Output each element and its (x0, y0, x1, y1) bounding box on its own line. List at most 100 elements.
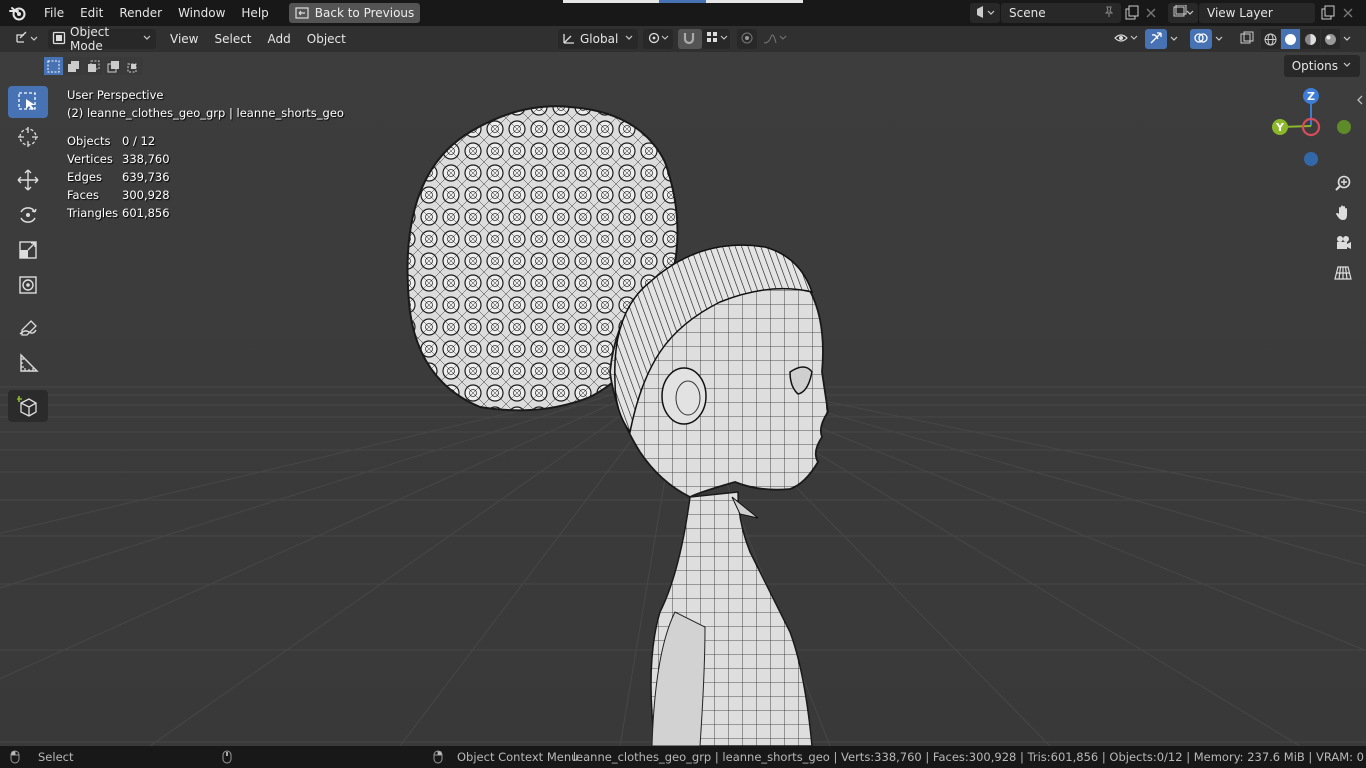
delete-view-layer-icon[interactable] (1342, 5, 1354, 24)
new-scene-icon[interactable] (1124, 5, 1140, 24)
back-to-previous-button[interactable]: Back to Previous (288, 3, 421, 23)
workspace-tab-active[interactable] (659, 0, 706, 3)
select-extend-button[interactable] (64, 57, 83, 75)
tool-rotate[interactable] (8, 199, 48, 231)
object-mode-icon (52, 31, 66, 48)
wireframe-sphere-icon (1264, 33, 1277, 45)
stat-value: 0 / 12 (122, 134, 156, 148)
add-cube-icon (17, 396, 37, 417)
status-middle-hint (222, 750, 232, 764)
gizmo-neg-y-axis[interactable] (1337, 120, 1351, 134)
tool-shelf (8, 86, 49, 425)
tool-select-box[interactable] (8, 86, 48, 118)
menu-edit[interactable]: Edit (72, 2, 111, 24)
gizmo-toggle[interactable] (1145, 29, 1167, 49)
select-subtract-button[interactable] (84, 57, 103, 75)
camera-view-button[interactable] (1332, 232, 1354, 254)
overlays-chevron-icon[interactable] (1214, 33, 1224, 47)
ear-mesh (661, 367, 707, 425)
select-box-icon (18, 92, 36, 110)
tool-transform[interactable] (8, 269, 48, 301)
select-difference-button[interactable] (104, 57, 123, 75)
tool-measure[interactable] (8, 347, 48, 379)
status-context-hint: Object Context Menu (433, 750, 578, 764)
proportional-edit-toggle[interactable] (737, 29, 757, 49)
visibility-dropdown[interactable] (1110, 29, 1140, 49)
move-icon (17, 169, 39, 191)
stat-value: 601,856 (122, 206, 170, 220)
snap-toggle[interactable] (678, 29, 702, 49)
options-label: Options (1291, 59, 1338, 73)
status-context-label: Object Context Menu (457, 750, 579, 764)
delete-scene-icon[interactable] (1145, 5, 1157, 24)
stat-value: 300,928 (122, 188, 170, 202)
falloff-dropdown[interactable] (759, 29, 787, 49)
scene-name-field[interactable]: Scene (1001, 3, 1121, 23)
shading-chevron-icon[interactable] (1342, 33, 1352, 47)
xray-toggle[interactable] (1236, 29, 1256, 49)
perspective-toggle-button[interactable] (1332, 262, 1354, 284)
rendered-sphere-icon (1325, 33, 1336, 45)
status-bar: Select Object Context Menu leanne_clothe… (0, 746, 1366, 768)
view-layer-name-field[interactable]: View Layer (1199, 3, 1315, 23)
menu-add[interactable]: Add (260, 32, 299, 46)
selection-mode-buttons (44, 57, 143, 75)
gizmo-neg-z-axis[interactable] (1304, 152, 1318, 166)
stat-label: Objects (67, 134, 111, 148)
new-view-layer-icon[interactable] (1320, 5, 1336, 24)
view-layer-browse-button[interactable] (1168, 3, 1198, 23)
orientation-label: Global (580, 32, 619, 46)
options-dropdown[interactable]: Options (1283, 55, 1360, 77)
select-subtract-icon (88, 60, 100, 72)
navigation-gizmo[interactable]: Z Y (1266, 86, 1356, 176)
transform-orientation-dropdown[interactable]: Global (558, 29, 638, 49)
select-intersect-button[interactable] (124, 57, 143, 75)
shading-solid-button[interactable] (1281, 29, 1300, 49)
gizmo-chevron-icon[interactable] (1169, 33, 1179, 47)
gizmo-y-label: Y (1275, 121, 1285, 134)
object-mode-dropdown[interactable]: Object Mode (48, 25, 156, 53)
transform-icon (19, 276, 37, 294)
menu-object[interactable]: Object (299, 32, 354, 46)
menu-window[interactable]: Window (170, 2, 233, 24)
menu-select[interactable]: Select (206, 32, 259, 46)
editor-type-button[interactable] (10, 29, 40, 49)
scene-browse-button[interactable] (970, 3, 1000, 23)
workspace-tabs[interactable] (563, 0, 803, 3)
snap-target-dropdown[interactable] (702, 29, 730, 49)
tool-add-cube[interactable] (8, 390, 48, 422)
select-extend-icon (68, 60, 79, 72)
overlays-toggle[interactable] (1190, 29, 1212, 49)
tool-annotate[interactable] (8, 312, 48, 344)
orientation-icon (562, 31, 576, 48)
blender-logo-icon[interactable] (8, 3, 28, 23)
hand-icon (1336, 205, 1347, 220)
shading-material-button[interactable] (1301, 29, 1320, 49)
pivot-point-dropdown[interactable] (643, 29, 673, 49)
select-intersect-icon (127, 63, 137, 72)
top-menu-bar: File Edit Render Window Help Back to Pre… (0, 0, 1366, 26)
tool-move[interactable] (8, 164, 48, 196)
menu-render[interactable]: Render (111, 2, 170, 24)
status-select-hint: Select (10, 750, 73, 764)
viewport-info-overlay: User Perspective (2) leanne_clothes_geo_… (67, 86, 344, 222)
shading-rendered-button[interactable] (1321, 29, 1340, 49)
select-new-button[interactable] (44, 57, 63, 75)
menu-help[interactable]: Help (233, 2, 276, 24)
zoom-button[interactable] (1332, 172, 1354, 194)
editor-type-icon (14, 31, 40, 48)
tool-cursor[interactable] (8, 121, 48, 153)
pan-button[interactable] (1332, 202, 1354, 224)
select-new-icon (47, 60, 60, 72)
3d-viewport[interactable]: Options User Perspective (2) leanne_clot… (0, 52, 1366, 746)
mouse-middle-icon (222, 750, 232, 764)
menu-view[interactable]: View (162, 32, 206, 46)
object-mode-label: Object Mode (70, 25, 110, 53)
stat-value: 338,760 (122, 152, 170, 166)
tool-scale[interactable] (8, 234, 48, 266)
back-to-previous-label: Back to Previous (314, 6, 415, 20)
pin-icon[interactable] (1103, 6, 1115, 21)
shading-wireframe-button[interactable] (1261, 29, 1280, 49)
sidebar-toggle-icon[interactable] (1356, 94, 1364, 109)
menu-file[interactable]: File (36, 2, 72, 24)
